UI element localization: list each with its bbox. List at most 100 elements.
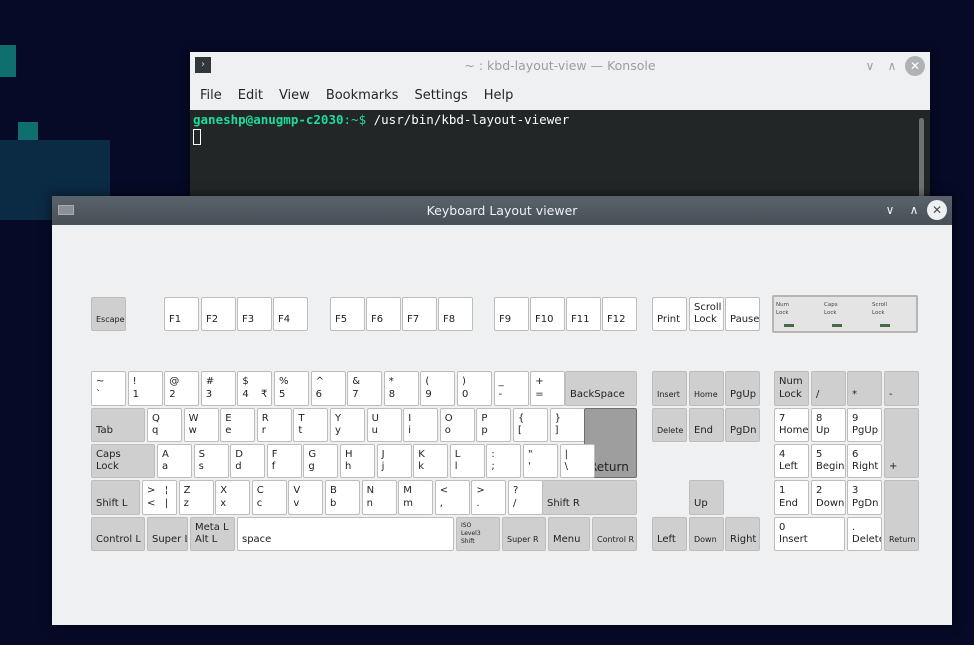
key-pgdn[interactable]: 3 PgDn — [847, 480, 882, 515]
key-7[interactable]: & 7 — [347, 371, 383, 406]
key-3[interactable]: #3 — [200, 371, 236, 406]
key-4[interactable]: $4 ₹ — [237, 371, 273, 406]
key-x[interactable]: Xx — [215, 480, 251, 515]
key--[interactable]: ? / — [508, 480, 543, 515]
key-right[interactable]: 6 Right — [847, 444, 882, 478]
key-i[interactable]: Ii — [403, 408, 439, 442]
key-space[interactable]: space — [237, 517, 454, 551]
key-print[interactable]: Print — [652, 297, 687, 331]
key-f10[interactable]: F10 — [530, 297, 565, 331]
menu-edit[interactable]: Edit — [230, 88, 271, 103]
minimize-button[interactable]: ∨ — [880, 200, 900, 220]
key--[interactable]: }] — [549, 408, 585, 442]
key--[interactable]: " ' — [523, 444, 558, 478]
key-s[interactable]: Ss — [193, 444, 229, 478]
key-f9[interactable]: F9 — [494, 297, 529, 331]
key-b[interactable]: Bb — [325, 480, 360, 515]
key--[interactable]: * — [847, 371, 882, 406]
key-right[interactable]: Right — [725, 517, 760, 551]
maximize-button[interactable]: ∧ — [882, 56, 902, 76]
key-f8[interactable]: F8 — [438, 297, 473, 331]
key-pgup[interactable]: 9 PgUp — [847, 408, 882, 442]
key-delete[interactable]: . Delete — [847, 517, 882, 551]
key-iso-level3-shift[interactable]: ISO Level3 Shift — [456, 517, 500, 551]
key-up[interactable]: Up — [689, 480, 724, 515]
key-insert[interactable]: Insert — [652, 371, 687, 406]
key-8[interactable]: * 8 — [383, 371, 419, 406]
key-n[interactable]: Nn — [361, 480, 397, 515]
key-up[interactable]: 8 Up — [811, 408, 846, 442]
key-6[interactable]: ^ 6 — [310, 371, 346, 406]
key-control-l[interactable]: Control L — [91, 517, 145, 551]
key-l[interactable]: Ll — [449, 444, 485, 478]
key-p[interactable]: Pp — [476, 408, 512, 442]
key-pgdn[interactable]: PgDn — [725, 408, 760, 442]
key-y[interactable]: Yy — [330, 408, 365, 442]
key-insert[interactable]: 0 Insert — [774, 517, 845, 551]
key-f5[interactable]: F5 — [330, 297, 365, 331]
key-delete[interactable]: Delete — [652, 408, 687, 442]
key--[interactable]: _ - — [493, 371, 529, 406]
menu-settings[interactable]: Settings — [406, 88, 475, 103]
key-control-r[interactable]: Control R — [592, 517, 637, 551]
key--[interactable]: > ¦ < | — [142, 480, 177, 515]
key--[interactable]: - — [884, 371, 919, 406]
key-0[interactable]: ) 0 — [457, 371, 492, 406]
key--[interactable]: ~ ` — [91, 371, 126, 406]
key-f3[interactable]: F3 — [237, 297, 272, 331]
key-menu[interactable]: Menu — [548, 517, 590, 551]
key-shift-r[interactable]: Shift R — [542, 480, 637, 515]
key-alt-l[interactable]: Meta L Alt L — [190, 517, 235, 551]
key-2[interactable]: @2 — [164, 371, 200, 406]
minimize-button[interactable]: ∨ — [860, 56, 880, 76]
key-a[interactable]: Aa — [157, 444, 192, 478]
key-end[interactable]: 1 End — [774, 480, 809, 515]
key--[interactable]: | \ — [559, 444, 595, 478]
key-down[interactable]: 2 Down — [811, 480, 846, 515]
key-backspace[interactable]: BackSpace — [565, 371, 637, 406]
key-v[interactable]: Vv — [288, 480, 324, 515]
key-shift-l[interactable]: Shift L — [91, 480, 140, 515]
close-button[interactable]: ✕ — [927, 200, 947, 220]
terminal[interactable]: ganeshp@anugmp-c2030:~$ /usr/bin/kbd-lay… — [190, 110, 930, 202]
key-e[interactable]: Ee — [220, 408, 256, 442]
scrollbar[interactable] — [919, 118, 924, 198]
key-m[interactable]: Mm — [398, 480, 434, 515]
key-pgup[interactable]: PgUp — [725, 371, 760, 406]
key-lock[interactable]: Scroll Lock — [689, 297, 724, 331]
key-f7[interactable]: F7 — [402, 297, 437, 331]
key-down[interactable]: Down — [689, 517, 724, 551]
key-f[interactable]: Ff — [266, 444, 302, 478]
maximize-button[interactable]: ∧ — [904, 200, 924, 220]
key--[interactable]: + = — [530, 371, 566, 406]
key-q[interactable]: Qq — [147, 408, 182, 442]
key--[interactable]: <, — [434, 480, 470, 515]
key-u[interactable]: Uu — [366, 408, 402, 442]
key-f2[interactable]: F2 — [201, 297, 236, 331]
key-d[interactable]: Dd — [230, 444, 266, 478]
key--[interactable]: >. — [471, 480, 507, 515]
key--[interactable]: {[ — [513, 408, 548, 442]
key-left[interactable]: 4 Left — [774, 444, 809, 478]
menu-view[interactable]: View — [271, 88, 318, 103]
key-f11[interactable]: F11 — [566, 297, 601, 331]
key-pause[interactable]: Pause — [725, 297, 760, 331]
menu-file[interactable]: File — [192, 88, 230, 103]
key-tab[interactable]: Tab — [91, 408, 145, 442]
key-left[interactable]: Left — [652, 517, 687, 551]
key--[interactable]: / — [811, 371, 846, 406]
key-9[interactable]: (9 — [420, 371, 456, 406]
key-home[interactable]: 7 Home — [774, 408, 809, 442]
key-end[interactable]: End — [689, 408, 724, 442]
key-h[interactable]: Hh — [340, 444, 375, 478]
key-t[interactable]: Tt — [293, 408, 329, 442]
menu-bookmarks[interactable]: Bookmarks — [318, 88, 407, 103]
key-o[interactable]: Oo — [439, 408, 475, 442]
key-r[interactable]: Rr — [256, 408, 292, 442]
key-lock[interactable]: Caps Lock — [91, 444, 155, 478]
key--[interactable]: + — [884, 408, 919, 478]
key-k[interactable]: Kk — [413, 444, 449, 478]
key-begin[interactable]: 5 Begin — [811, 444, 846, 478]
key-super-r[interactable]: Super R — [502, 517, 546, 551]
key--[interactable]: :; — [486, 444, 522, 478]
